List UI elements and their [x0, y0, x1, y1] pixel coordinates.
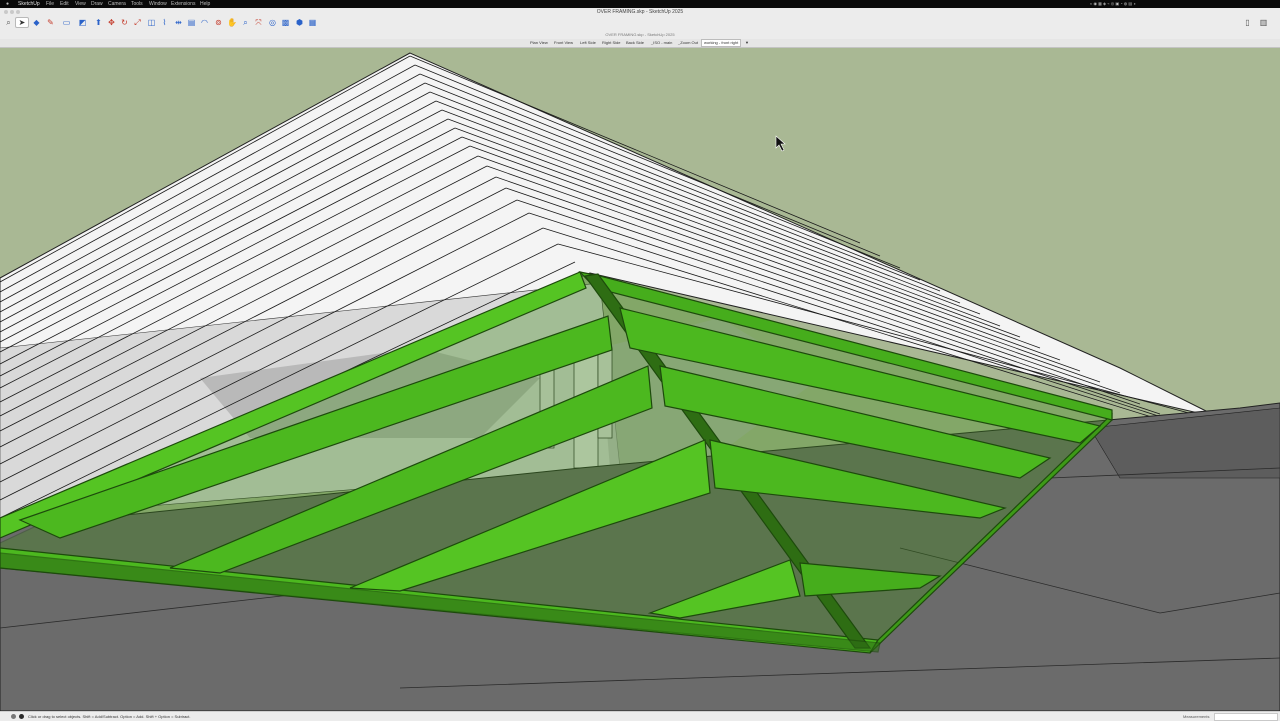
zoom-extents-icon[interactable]: ⤧: [254, 18, 263, 27]
roof-framing-scene[interactable]: [0, 48, 1280, 711]
title-bar: OVER FRAMING.skp - SketchUp 2025: [0, 8, 1280, 16]
push-pull-icon[interactable]: ⬆: [94, 18, 103, 27]
menu-tools[interactable]: Tools: [131, 0, 143, 8]
pencil-icon[interactable]: ✎: [46, 18, 55, 27]
tape-measure-icon[interactable]: ⌇: [160, 18, 169, 27]
menubar-status-icons[interactable]: ◐ ◉ ▦ ◈ ⌁ ◎ ▣ ◔ ◍ ▤ ◑: [1090, 0, 1136, 8]
x-ray-icon[interactable]: ◎: [268, 18, 277, 27]
eraser-icon[interactable]: ◩: [78, 18, 87, 27]
tray-toggle-icon[interactable]: ▥: [1259, 18, 1268, 27]
scene-tabs: Plan View Front View Left Side Right Sid…: [0, 39, 1280, 48]
apple-icon[interactable]: ●: [6, 0, 9, 8]
new-file-icon[interactable]: ▯: [1243, 18, 1252, 27]
window-title: OVER FRAMING.skp - SketchUp 2025: [596, 9, 684, 15]
menu-edit[interactable]: Edit: [60, 0, 69, 8]
model-viewport[interactable]: [0, 48, 1280, 711]
select-arrow-icon[interactable]: ➤: [15, 17, 29, 28]
components-icon[interactable]: ⬢: [295, 18, 304, 27]
scene-dropdown-icon[interactable]: ▼: [745, 40, 749, 46]
move-icon[interactable]: ✥: [107, 18, 116, 27]
rotate-icon[interactable]: ↻: [120, 18, 129, 27]
search-icon[interactable]: ⌕: [4, 18, 13, 27]
orbit-icon[interactable]: ⊚: [214, 18, 223, 27]
geo-location-icon[interactable]: [19, 714, 24, 719]
scene-tab-left-side[interactable]: Left Side: [580, 40, 596, 46]
menu-app[interactable]: SketchUp: [18, 0, 40, 8]
scene-tab-right-side[interactable]: Right Side: [602, 40, 620, 46]
pan-icon[interactable]: ✋: [227, 18, 237, 27]
scene-tab-back-side[interactable]: Back Side: [626, 40, 644, 46]
zoom-icon[interactable]: ⌕: [241, 18, 250, 27]
menu-camera[interactable]: Camera: [108, 0, 126, 8]
scene-tab-working-front-right[interactable]: working - front right: [701, 39, 742, 47]
paint-bucket-icon[interactable]: ◆: [32, 18, 41, 27]
styles-icon[interactable]: ▦: [308, 18, 317, 27]
menu-view[interactable]: View: [75, 0, 86, 8]
main-toolbar: ⌕ ➤ ◆ ✎ ▭ ◩ ⬆ ✥ ↻ ⤢ ◫ ⌇ ⇹ ▤ ◠ ⊚ ✋ ⌕ ⤧ ◎ …: [0, 16, 1280, 30]
document-name: OVER FRAMING.skp - SketchUp 2025: [605, 32, 675, 37]
menu-draw[interactable]: Draw: [91, 0, 103, 8]
protractor-icon[interactable]: ◠: [200, 18, 209, 27]
text-icon[interactable]: ▤: [187, 18, 196, 27]
menu-help[interactable]: Help: [200, 0, 210, 8]
scene-tab-zoom-out[interactable]: _Zoom Out: [678, 40, 698, 46]
scene-tab-iso-main[interactable]: _ISO - main: [651, 40, 672, 46]
document-tab-bar: OVER FRAMING.skp - SketchUp 2025: [0, 30, 1280, 39]
scene-tab-front-view[interactable]: Front View: [554, 40, 573, 46]
scene-tab-plan-view[interactable]: Plan View: [530, 40, 548, 46]
offset-icon[interactable]: ◫: [147, 18, 156, 27]
rectangle-icon[interactable]: ▭: [62, 18, 71, 27]
menu-bar: ● SketchUp File Edit View Draw Camera To…: [0, 0, 1280, 8]
menu-file[interactable]: File: [46, 0, 54, 8]
section-plane-icon[interactable]: ▩: [281, 18, 290, 27]
menu-window[interactable]: Window: [149, 0, 167, 8]
info-icon[interactable]: [11, 714, 16, 719]
menu-extensions[interactable]: Extensions: [171, 0, 195, 8]
dimension-icon[interactable]: ⇹: [174, 18, 183, 27]
scale-icon[interactable]: ⤢: [133, 18, 142, 27]
